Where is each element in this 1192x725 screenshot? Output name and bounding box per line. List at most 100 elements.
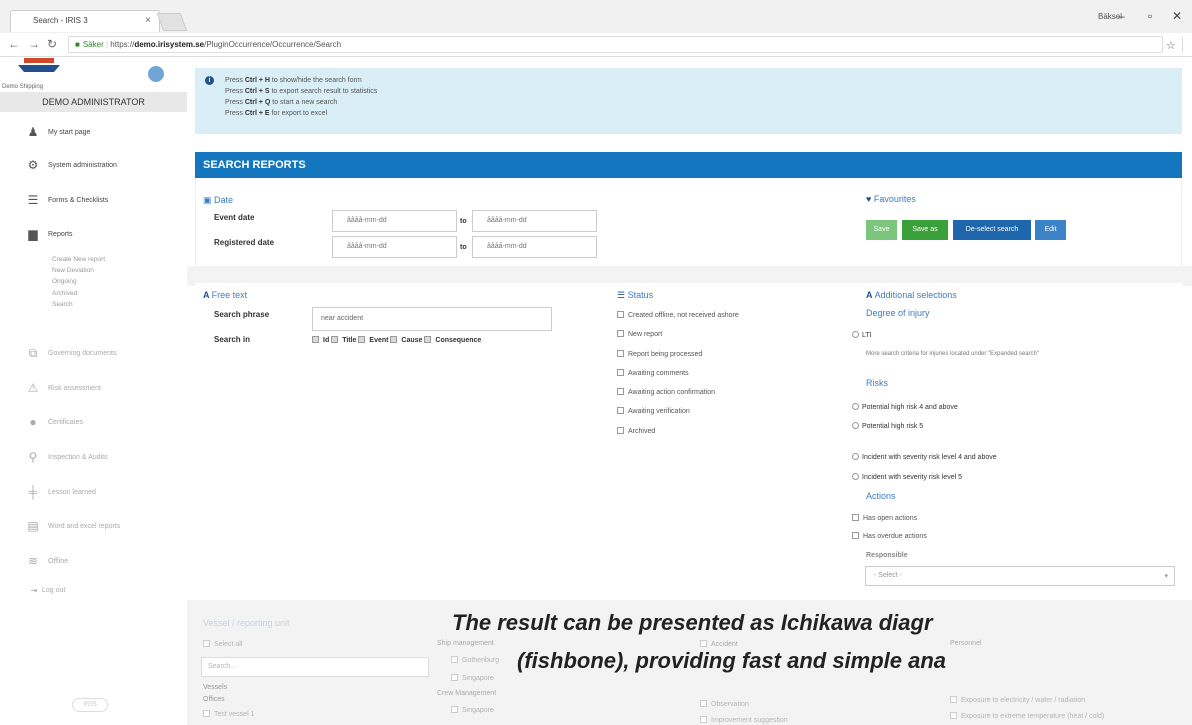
url-field[interactable]: ■ Säker | https://demo.irisystem.se/Plugi… (68, 36, 1163, 53)
edit-button[interactable]: Edit (1035, 220, 1066, 240)
save-as-button[interactable]: Save as (902, 220, 948, 240)
sidebar-item-reports[interactable]: ▆ Reports (26, 227, 72, 241)
sidebar-subitem-create[interactable]: Create New report (52, 256, 105, 263)
gothenburg-checkbox[interactable]: Gothenburg (451, 656, 499, 664)
reload-icon[interactable]: ↻ (47, 37, 57, 51)
sidebar-item-label: My start page (48, 128, 91, 136)
singapore-checkbox[interactable]: Singapore (451, 674, 494, 682)
status-option[interactable]: Report being processed (617, 350, 702, 358)
offices-label: Offices (203, 696, 225, 703)
back-icon[interactable]: ← (8, 37, 20, 51)
font-icon: A (203, 290, 212, 300)
ship-management-label: Ship management (437, 640, 494, 647)
checkbox-id[interactable]: Id (312, 336, 329, 344)
observation-checkbox[interactable]: Observation (700, 700, 749, 708)
status-option[interactable]: Archived (617, 427, 655, 435)
event-date-from[interactable]: åååå-mm-dd (332, 210, 457, 232)
search-phrase-label: Search phrase (214, 310, 270, 319)
sidebar-subitem-archived[interactable]: Archived (52, 290, 77, 297)
sidebar-item-inspection[interactable]: ⚲ Inspection & Audits (26, 450, 108, 464)
risk-option[interactable]: Potential high risk 4 and above (852, 403, 958, 411)
logo-text: Demo Shipping (2, 84, 44, 90)
test-vessel-checkbox[interactable]: Test vessel 1 (203, 710, 254, 718)
info-icon: i (205, 76, 214, 85)
crew-singapore-checkbox[interactable]: Singapore (451, 706, 494, 714)
accident-checkbox[interactable]: Accident (700, 640, 738, 648)
search-in-options: Id Title Event Cause Consequence (312, 336, 481, 344)
select-all-checkbox[interactable]: Select all (203, 640, 242, 648)
search-in-label: Search in (214, 335, 251, 344)
gear-icon: ⚙ (27, 158, 39, 172)
sidebar-item-start-page[interactable]: ♟ My start page (26, 125, 91, 139)
status-option[interactable]: New report (617, 330, 662, 338)
maximize-icon[interactable]: ▫ (1148, 9, 1152, 23)
new-tab-button[interactable] (156, 13, 188, 31)
sidebar-item-risk-assessment[interactable]: ⚠ Risk assessment (26, 381, 101, 395)
tab-title: Search - IRIS 3 (33, 16, 88, 25)
globe-icon[interactable] (148, 66, 164, 82)
favourites-title: ♥ Favourites (866, 194, 916, 204)
responsible-select[interactable]: - Select - ▾ (865, 566, 1175, 586)
crew-management-label: Crew Management (437, 690, 497, 697)
book-icon: ▆ (28, 227, 38, 241)
magnifier-icon: ⚲ (28, 450, 38, 464)
sidebar: Demo Shipping DEMO ADMINISTRATOR ♟ My sta… (0, 58, 187, 725)
sidebar-item-label: Governing documents (48, 350, 117, 357)
sidebar-item-word-excel[interactable]: ▤ Word and excel reports (26, 519, 120, 533)
sidebar-subitem-ongoing[interactable]: Ongoing (52, 278, 77, 285)
browser-menu-icon[interactable] (1182, 37, 1192, 53)
event-date-to[interactable]: åååå-mm-dd (472, 210, 597, 232)
sidebar-item-governing-documents[interactable]: ⧉ Governing documents (26, 346, 117, 361)
risk-option[interactable]: Potential high risk 5 (852, 422, 923, 430)
iris-footer-logo: IRIS (72, 698, 108, 712)
risk-option[interactable]: Incident with severity risk level 4 and … (852, 453, 997, 461)
url-host: demo.irisystem.se (134, 40, 205, 49)
list-icon: ☰ (617, 290, 628, 300)
forward-icon[interactable]: → (28, 37, 40, 51)
sidebar-subitem-search[interactable]: Search (52, 301, 73, 308)
free-text-title: A Free text (203, 290, 248, 300)
search-phrase-input[interactable]: near accident (312, 307, 552, 331)
checkbox-event[interactable]: Event (358, 336, 388, 344)
exposure-temperature-checkbox[interactable]: Exposure to extreme temperature (heat / … (950, 712, 1104, 720)
checkbox-title[interactable]: Title (331, 336, 356, 344)
sidebar-item-logout[interactable]: ⇥ Log out (30, 586, 66, 595)
action-option[interactable]: Has overdue actions (852, 532, 927, 540)
sidebar-item-lesson-learned[interactable]: ╪ Lesson learned (26, 485, 96, 499)
additional-selections-title: A Additional selections (866, 290, 957, 300)
sidebar-subitem-deviation[interactable]: New Deviation (52, 267, 94, 274)
checkbox-cause[interactable]: Cause (390, 336, 422, 344)
sidebar-item-certificates[interactable]: ● Certificates (26, 415, 83, 429)
save-button[interactable]: Save (866, 220, 897, 240)
lock-icon: ■ (75, 40, 80, 49)
file-icon: ▤ (27, 519, 39, 533)
url-prefix: https:// (110, 40, 135, 49)
browser-tab[interactable]: Search - IRIS 3 × (10, 10, 160, 32)
status-option[interactable]: Awaiting verification (617, 407, 690, 415)
logout-icon: ⇥ (30, 586, 38, 595)
vessel-search-input[interactable]: Search... (201, 657, 429, 677)
sidebar-item-label: Forms & Checklists (48, 196, 109, 204)
checkbox-consequence[interactable]: Consequence (424, 336, 481, 344)
status-option[interactable]: Awaiting comments (617, 369, 689, 377)
sidebar-item-offline[interactable]: ≋ Offline (26, 554, 68, 568)
registered-date-to[interactable]: åååå-mm-dd (472, 236, 597, 258)
action-option[interactable]: Has open actions (852, 514, 917, 522)
shortcut-line: Press Ctrl + E for export to excel (225, 110, 328, 117)
registered-date-from[interactable]: åååå-mm-dd (332, 236, 457, 258)
documents-icon: ⧉ (28, 346, 38, 360)
status-option[interactable]: Created offline, not received ashore (617, 311, 739, 319)
lti-radio[interactable]: LTI (852, 331, 872, 339)
bookmark-star-icon[interactable]: ☆ (1166, 39, 1176, 52)
risk-option[interactable]: Incident with severity risk level 5 (852, 473, 962, 481)
status-option[interactable]: Awaiting action confirmation (617, 388, 715, 396)
minimize-icon[interactable]: – (1118, 9, 1125, 23)
sidebar-item-system-admin[interactable]: ⚙ System administration (26, 158, 117, 172)
sidebar-item-forms[interactable]: ☰ Forms & Checklists (26, 193, 109, 207)
deselect-search-button[interactable]: De-select search (953, 220, 1031, 240)
close-window-icon[interactable]: ✕ (1172, 9, 1182, 23)
wifi-icon: ≋ (27, 554, 39, 568)
tab-close-icon[interactable]: × (145, 15, 151, 26)
improvement-checkbox[interactable]: Improvement suggestion (700, 716, 788, 724)
exposure-electricity-checkbox[interactable]: Exposure to electricity / water / radiat… (950, 696, 1085, 704)
